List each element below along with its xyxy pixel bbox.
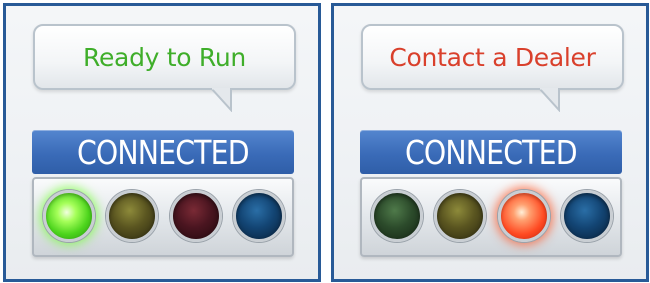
connection-status-label: CONNECTED [405,132,578,172]
connection-status-bar: CONNECTED [32,130,294,174]
green-light-icon [371,190,423,242]
status-panel-right: Contact a Dealer CONNECTED [331,3,649,282]
red-light-icon [170,190,222,242]
status-message: Ready to Run [83,42,246,72]
blue-light-icon [233,190,285,242]
connection-status-bar: CONNECTED [360,130,622,174]
green-light-icon [43,190,95,242]
red-light-icon [498,190,550,242]
speech-bubble-tail-icon [211,88,232,112]
connection-status-label: CONNECTED [77,132,250,172]
status-message: Contact a Dealer [389,42,596,72]
speech-bubble-tail-icon [539,88,560,112]
yellow-light-icon [106,190,158,242]
speech-bubble: Ready to Run [33,24,296,90]
speech-bubble: Contact a Dealer [361,24,624,90]
yellow-light-icon [434,190,486,242]
indicator-light-strip [32,177,294,257]
status-panel-left: Ready to Run CONNECTED [3,3,321,282]
blue-light-icon [561,190,613,242]
indicator-light-strip [360,177,622,257]
